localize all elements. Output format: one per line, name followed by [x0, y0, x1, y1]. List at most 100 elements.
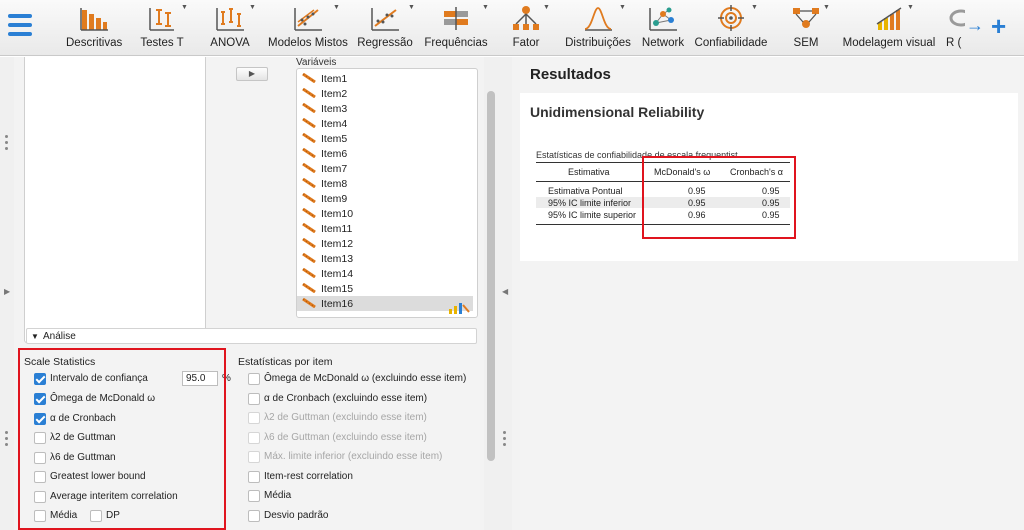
variable-item[interactable]: Item1: [297, 71, 473, 86]
scrollbar-thumb[interactable]: [487, 91, 495, 461]
variables-title: Variáveis: [296, 57, 337, 68]
caret-down-icon: ▼: [751, 4, 758, 11]
factor-icon: [513, 6, 539, 30]
variable-label: Item4: [321, 118, 348, 130]
item-statistic-option[interactable]: Média: [248, 490, 478, 504]
arrow-right-icon: ▶: [248, 69, 256, 78]
analysis-subtitle: Unidimensional Reliability: [530, 104, 705, 120]
checkbox[interactable]: [248, 470, 260, 483]
scale-type-icon: [449, 303, 470, 314]
mixed-models-icon: [294, 8, 322, 31]
scale-variable-icon: [302, 73, 316, 83]
reliability-icon: [718, 5, 744, 31]
variable-item[interactable]: Item13: [297, 251, 473, 266]
checkbox[interactable]: [248, 490, 260, 502]
caret-down-icon: ▼: [619, 4, 626, 11]
variable-item[interactable]: Item9: [297, 191, 473, 206]
ribbon-anova[interactable]: ANOVA: [207, 4, 253, 52]
ribbon-label: Network: [641, 37, 685, 49]
item-statistic-option[interactable]: Ômega de McDonald ω (excluindo esse item…: [248, 373, 478, 387]
item-statistic-option[interactable]: Desvio padrão: [248, 509, 478, 524]
ribbon-modelagem-visual[interactable]: Modelagem visual: [842, 4, 936, 52]
table-row-label: 95% IC limite inferior: [548, 198, 632, 208]
variable-label: Item8: [321, 178, 348, 190]
checkbox[interactable]: [248, 451, 260, 463]
caret-down-icon: ▼: [823, 4, 830, 11]
scale-variable-icon: [302, 163, 316, 173]
analysis-section-header[interactable]: ▼ Análise: [26, 328, 477, 344]
variable-item[interactable]: Item7: [297, 161, 473, 176]
scale-variable-icon: [302, 103, 316, 113]
variable-item[interactable]: Item2: [297, 86, 473, 101]
variable-item[interactable]: Item10: [297, 206, 473, 221]
variable-label: Item6: [321, 148, 348, 160]
ribbon-descritivas[interactable]: Descritivas: [66, 4, 122, 52]
drag-handle-icon[interactable]: [5, 431, 9, 449]
checkbox[interactable]: [248, 392, 260, 405]
checkbox[interactable]: [248, 509, 260, 522]
caret-down-icon: ▼: [907, 4, 914, 11]
caret-down-icon: ▼: [249, 4, 256, 11]
variable-label: Item2: [321, 88, 348, 100]
scale-variable-icon: [302, 298, 316, 308]
item-statistic-option[interactable]: α de Cronbach (excluindo esse item): [248, 392, 478, 407]
regression-icon: [371, 8, 399, 31]
variable-item[interactable]: Item5: [297, 131, 473, 146]
scale-variable-icon: [302, 268, 316, 278]
caret-down-icon: ▼: [408, 4, 415, 11]
ribbon-frequencias[interactable]: Frequências: [424, 4, 488, 52]
item-statistic-option[interactable]: Item-rest correlation: [248, 470, 478, 485]
analysis-options-panel: ▶ Variáveis Item1 Item2 Item3 Item4 Item5 Ite…: [14, 57, 484, 530]
ribbon-label: Frequências: [424, 37, 488, 49]
scale-variable-icon: [302, 118, 316, 128]
ribbon-regressao[interactable]: Regressão: [357, 4, 413, 52]
left-gutter[interactable]: ▶: [0, 57, 14, 530]
ribbon-label: ANOVA: [210, 37, 250, 49]
ribbon-distribuicoes[interactable]: Distribuições: [564, 4, 632, 52]
variable-item[interactable]: Item15: [297, 281, 473, 296]
variable-label: Item14: [321, 268, 354, 280]
drag-handle-icon[interactable]: [5, 135, 9, 153]
sem-icon: [793, 8, 819, 28]
ribbon-sem[interactable]: SEM: [788, 4, 824, 52]
variable-item[interactable]: Item11: [297, 221, 473, 236]
variable-item[interactable]: Item8: [297, 176, 473, 191]
variable-item[interactable]: Item3: [297, 101, 473, 116]
ribbon-r[interactable]: R (: [943, 4, 965, 52]
ribbon-label: R (: [946, 37, 962, 49]
ribbon-confiabilidade[interactable]: Confiabilidade: [694, 4, 768, 52]
options-scrollbar[interactable]: [484, 57, 498, 530]
checkbox[interactable]: [248, 431, 260, 444]
caret-down-icon: ▼: [482, 4, 489, 11]
ribbon-label: Modelos Mistos: [268, 37, 348, 49]
scale-variable-icon: [302, 148, 316, 158]
plus-icon[interactable]: +: [991, 11, 1006, 42]
ribbon-testes-t[interactable]: Testes T: [137, 4, 187, 52]
variable-item[interactable]: Item6: [297, 146, 473, 161]
collapse-left-icon[interactable]: ◀: [502, 287, 508, 296]
ribbon-fator[interactable]: Fator: [508, 4, 544, 52]
center-gutter[interactable]: ◀: [498, 57, 512, 530]
variable-label: Item10: [321, 208, 354, 220]
drag-handle-icon[interactable]: [503, 431, 507, 449]
variable-item[interactable]: Item14: [297, 266, 473, 281]
move-variable-button[interactable]: ▶: [236, 67, 268, 81]
assigned-variables-list[interactable]: Item1 Item2 Item3 Item4 Item5 Item6 Item7 Item8…: [296, 68, 478, 318]
variable-label: Item11: [321, 223, 353, 235]
hamburger-menu-icon[interactable]: [8, 14, 32, 36]
expand-right-icon[interactable]: ▶: [4, 287, 10, 296]
ribbon-network[interactable]: Network: [640, 4, 686, 52]
item-statistic-option[interactable]: λ6 de Guttman (excluindo esse item): [248, 431, 478, 446]
highlight-box-scale-statistics: [18, 348, 226, 530]
item-statistics-title: Estatísticas por item: [238, 356, 333, 368]
variable-item[interactable]: Item4: [297, 116, 473, 131]
checkbox[interactable]: [248, 412, 260, 424]
item-statistic-option[interactable]: λ2 de Guttman (excluindo esse item): [248, 412, 478, 426]
ribbon-modelos-mistos[interactable]: Modelos Mistos: [268, 4, 348, 52]
checkbox[interactable]: [248, 373, 260, 385]
item-statistic-option[interactable]: Máx. limite inferior (excluindo esse ite…: [248, 451, 478, 465]
variable-item[interactable]: Item12: [297, 236, 473, 251]
source-variables-list[interactable]: [24, 57, 206, 343]
arrow-right-icon[interactable]: →: [966, 15, 984, 36]
highlight-box-results: [642, 156, 796, 239]
